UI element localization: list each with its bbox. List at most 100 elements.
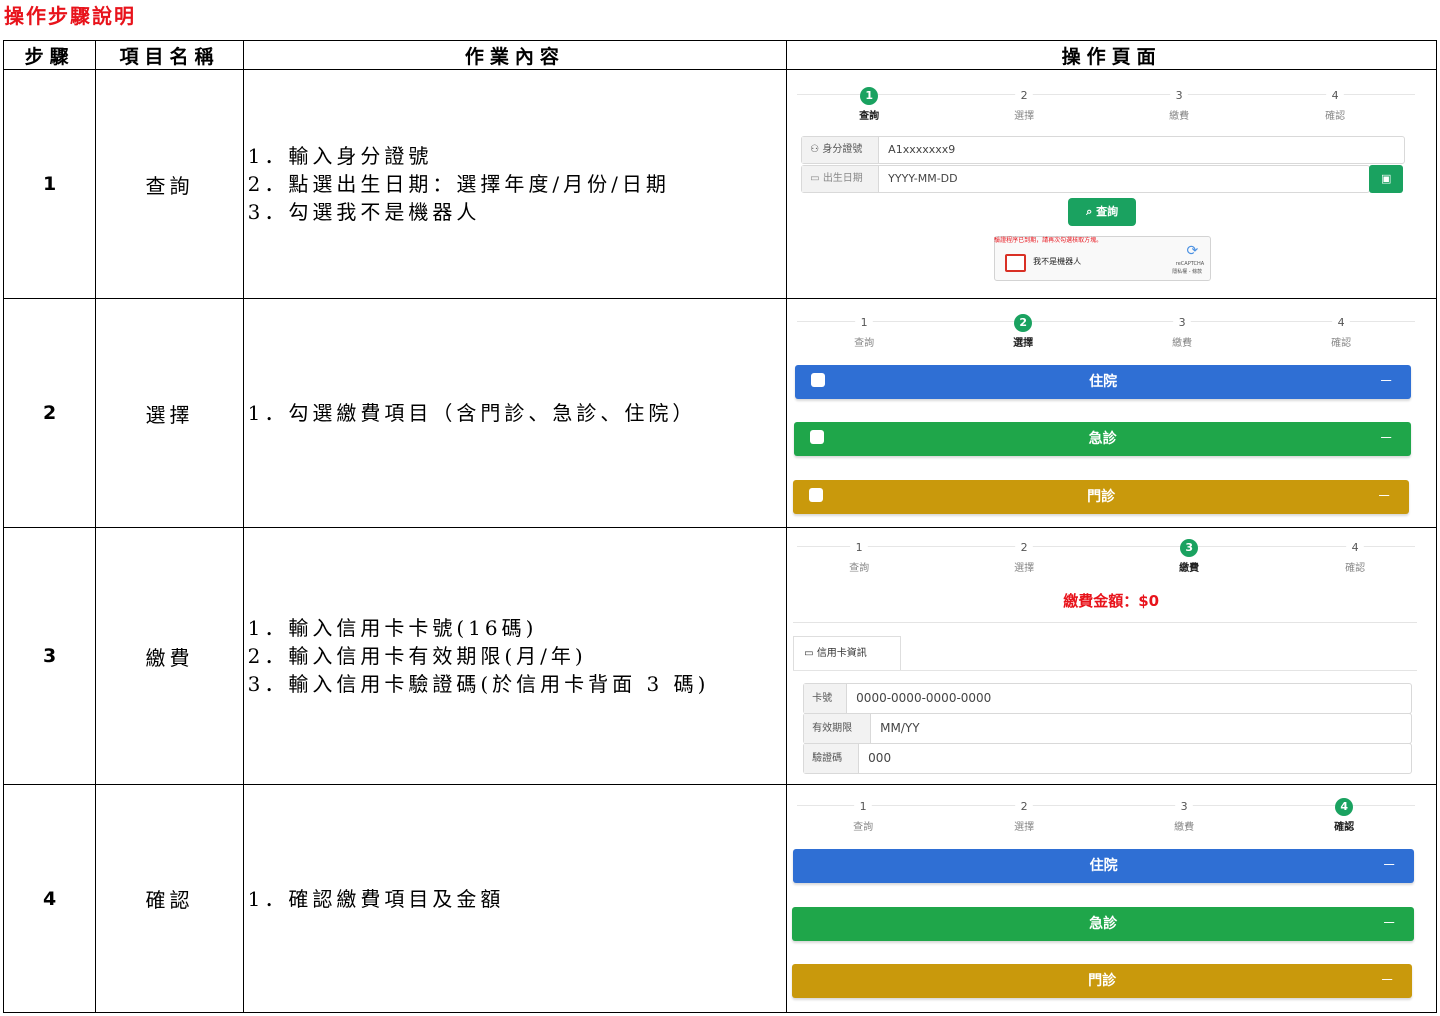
step-label: 確認 (1334, 822, 1355, 833)
content-line: 2．點選出生日期：選擇年度/月份/日期 (247, 172, 670, 196)
captcha-error: 驗證程序已到期，請再次勾選核取方塊。 (994, 237, 1103, 244)
search-icon: ⌕ (1086, 205, 1093, 218)
step-indicator: 3 (1175, 798, 1194, 816)
page-title: 操作步驟說明 (4, 4, 136, 28)
card-number-field[interactable]: 卡號 0000-0000-0000-0000 (803, 683, 1413, 714)
stepper: 1 查詢 2 選擇 3 繳費 4 確認 (788, 536, 1436, 576)
collapse-icon[interactable]: － (1382, 849, 1396, 883)
header-item: 項目名稱 (95, 40, 244, 70)
inpatient-checkbox[interactable] (811, 373, 826, 387)
outpatient-item[interactable]: 門診 － (793, 480, 1410, 514)
dob-label: 出生日期 (822, 173, 863, 184)
content-line: 1．輸入身分證號 (247, 144, 433, 168)
expiry-field[interactable]: 有效期限 MM/YY (803, 713, 1413, 744)
step-number: 4 (2, 784, 97, 1013)
step-indicator: 4 (1332, 314, 1351, 332)
id-value: A1xxxxxxx9 (888, 143, 956, 156)
emergency-checkbox[interactable] (810, 430, 825, 444)
emergency-item[interactable]: 急診 － (794, 422, 1412, 456)
cvv-field[interactable]: 驗證碼 000 (803, 743, 1413, 774)
outpatient-item[interactable]: 門診 － (792, 964, 1413, 998)
content-cell: 1．輸入信用卡卡號(16碼) 2．輸入信用卡有效期限(月/年) 3．輸入信用卡驗… (242, 527, 788, 785)
calendar-button[interactable]: ▣ (1369, 165, 1404, 193)
step-indicator: 1 (850, 539, 869, 557)
header-step: 步驟 (2, 40, 97, 70)
step-indicator: 2 (1015, 87, 1034, 105)
content-line: 2．輸入信用卡有效期限(月/年) (247, 644, 587, 668)
content-line: 3．勾選我不是機器人 (247, 200, 481, 224)
step-label: 選擇 (1014, 563, 1035, 574)
collapse-icon[interactable]: － (1379, 365, 1393, 399)
step-label: 繳費 (1174, 822, 1195, 833)
credit-card-icon: ▭ (804, 648, 814, 659)
content-line: 3．輸入信用卡驗證碼(於信用卡背面 3 碼) (247, 672, 710, 696)
outpatient-checkbox[interactable] (809, 488, 824, 502)
content-cell: 1．輸入身分證號 2．點選出生日期：選擇年度/月份/日期 3．勾選我不是機器人 (242, 69, 788, 299)
content-cell: 1．勾選繳費項目（含門診、急診、住院） (242, 298, 788, 528)
step-number: 1 (2, 69, 97, 299)
step-label: 確認 (1325, 111, 1346, 122)
step-label: 查詢 (849, 563, 870, 574)
step-number: 3 (2, 527, 97, 785)
tab-label: 信用卡資訊 (816, 648, 867, 659)
screenshot-select: 1 查詢 2 選擇 3 繳費 4 確認 住院 － 急診 － 門診 － (786, 298, 1437, 528)
item-name: 查詢 (95, 69, 244, 299)
table-row: 4 確認 1．確認繳費項目及金額 1 查詢 2 選擇 3 繳費 4 確認 住院 － 急診 (2, 784, 1437, 1013)
collapse-icon[interactable]: － (1377, 480, 1391, 514)
step-label: 繳費 (1172, 338, 1193, 349)
query-button-label: 查詢 (1096, 205, 1119, 218)
query-button[interactable]: ⌕ 查詢 (1068, 198, 1137, 226)
outpatient-label: 門診 (1088, 973, 1117, 989)
stepper: 1 查詢 2 選擇 3 繳費 4 確認 (788, 84, 1436, 124)
emergency-label: 急診 (1089, 916, 1118, 932)
user-icon: ⚇ (810, 144, 820, 155)
header-content: 作業內容 (242, 40, 788, 70)
expiry-label: 有效期限 (804, 714, 872, 743)
dob-placeholder: YYYY-MM-DD (888, 172, 958, 185)
step-indicator: 4 (1335, 798, 1354, 816)
captcha-links[interactable]: 隱私權 - 條款 (1172, 268, 1202, 275)
emergency-label: 急診 (1088, 431, 1117, 447)
id-number-field[interactable]: ⚇ 身分證號 A1xxxxxxx9 (801, 136, 1406, 164)
step-number: 2 (2, 298, 97, 528)
screenshot-payment: 1 查詢 2 選擇 3 繳費 4 確認 繳費金額：$0 ▭ 信用卡資訊 卡號 0000-… (786, 527, 1437, 785)
collapse-icon[interactable]: － (1382, 907, 1396, 941)
inpatient-item[interactable]: 住院 － (795, 365, 1412, 399)
captcha-checkbox[interactable] (1005, 254, 1027, 272)
header-row: 步驟 項目名稱 作業內容 操作頁面 (2, 40, 1437, 70)
inpatient-item[interactable]: 住院 － (793, 849, 1415, 883)
item-name: 選擇 (95, 298, 244, 528)
card-placeholder: 0000-0000-0000-0000 (856, 691, 992, 705)
step-indicator: 2 (1015, 539, 1034, 557)
step-indicator: 4 (1346, 539, 1365, 557)
cvv-label: 驗證碼 (804, 744, 860, 773)
step-indicator: 3 (1170, 87, 1189, 105)
header-screen: 操作頁面 (786, 40, 1437, 70)
content-line: 1．確認繳費項目及金額 (247, 886, 505, 911)
step-indicator: 2 (1015, 798, 1034, 816)
emergency-item[interactable]: 急診 － (792, 907, 1415, 941)
credit-card-tab[interactable]: ▭ 信用卡資訊 (793, 636, 902, 671)
stepper: 1 查詢 2 選擇 3 繳費 4 確認 (788, 311, 1436, 351)
step-label: 繳費 (1179, 563, 1200, 574)
content-cell: 1．確認繳費項目及金額 (242, 784, 788, 1013)
inpatient-label: 住院 (1089, 374, 1118, 390)
expiry-placeholder: MM/YY (880, 721, 920, 735)
step-indicator: 2 (1014, 314, 1033, 332)
captcha-brand: reCAPTCHA (1175, 261, 1205, 267)
step-label: 確認 (1345, 563, 1366, 574)
step-label: 查詢 (859, 111, 880, 122)
step-label: 選擇 (1014, 111, 1035, 122)
table-row: 1 查詢 1．輸入身分證號 2．點選出生日期：選擇年度/月份/日期 3．勾選我不… (2, 69, 1437, 299)
cvv-placeholder: 000 (868, 751, 892, 765)
table-row: 2 選擇 1．勾選繳費項目（含門診、急診、住院） 1 查詢 2 選擇 3 繳費 4 確認… (2, 298, 1437, 528)
step-indicator: 1 (855, 314, 874, 332)
step-label: 確認 (1331, 338, 1352, 349)
collapse-icon[interactable]: － (1380, 964, 1394, 998)
step-label: 查詢 (853, 822, 874, 833)
step-indicator: 1 (854, 798, 873, 816)
inpatient-label: 住院 (1089, 858, 1118, 874)
collapse-icon[interactable]: － (1379, 422, 1393, 456)
card-label: 卡號 (804, 684, 848, 713)
dob-field[interactable]: ▭ 出生日期 YYYY-MM-DD (801, 165, 1371, 193)
